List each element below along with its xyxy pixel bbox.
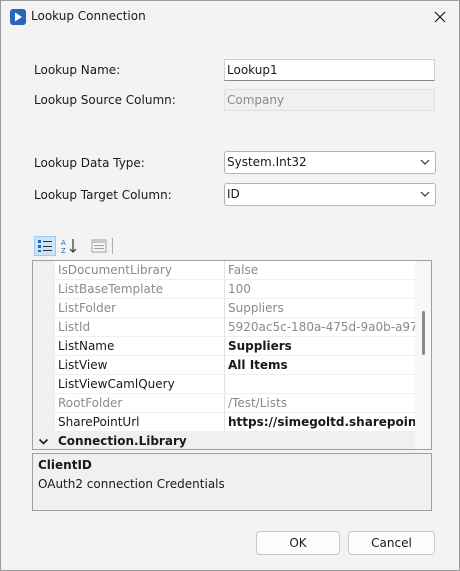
lookup-data-type-select[interactable]: System.Int32 bbox=[224, 151, 436, 174]
property-name: ListView bbox=[55, 356, 225, 375]
property-row-listbasetemplate[interactable]: ListBaseTemplate 100 bbox=[33, 280, 415, 299]
property-value: /Test/Lists bbox=[225, 394, 415, 413]
categorized-view-icon bbox=[38, 240, 52, 252]
alphabetical-sort-button[interactable]: A Z bbox=[58, 236, 80, 256]
cancel-button[interactable]: Cancel bbox=[348, 531, 435, 555]
categorized-view-button[interactable] bbox=[34, 236, 56, 256]
app-play-icon bbox=[10, 9, 26, 25]
property-row-isdocumentlibrary[interactable]: IsDocumentLibrary False bbox=[33, 261, 415, 280]
property-value: False bbox=[225, 261, 415, 280]
property-name: IsDocumentLibrary bbox=[55, 261, 225, 280]
property-row-rootfolder[interactable]: RootFolder /Test/Lists bbox=[33, 394, 415, 413]
property-row-listview[interactable]: ListView All Items bbox=[33, 356, 415, 375]
lookup-target-column-label: Lookup Target Column: bbox=[34, 188, 172, 202]
property-name: ListViewCamlQuery bbox=[55, 375, 225, 394]
chevron-down-icon[interactable] bbox=[38, 436, 49, 447]
chevron-down-icon bbox=[420, 191, 430, 197]
chevron-down-icon bbox=[420, 159, 430, 165]
property-row-listviewcamlquery[interactable]: ListViewCamlQuery bbox=[33, 375, 415, 394]
property-row-listname[interactable]: ListName Suppliers bbox=[33, 337, 415, 356]
property-name: ListFolder bbox=[55, 299, 225, 318]
title-bar: Lookup Connection bbox=[1, 1, 459, 33]
svg-text:A: A bbox=[61, 239, 66, 247]
property-value: Suppliers bbox=[225, 299, 415, 318]
lookup-connection-dialog: Lookup Connection Lookup Name: Lookup1 L… bbox=[0, 0, 460, 571]
property-value[interactable]: https://simegoltd.sharepoint.com/ bbox=[225, 413, 415, 432]
property-grid-scrollbar[interactable] bbox=[415, 261, 431, 449]
property-value[interactable] bbox=[225, 375, 415, 394]
property-name: ListBaseTemplate bbox=[55, 280, 225, 299]
lookup-source-column-label: Lookup Source Column: bbox=[34, 93, 176, 107]
category-row-connection-library[interactable]: Connection.Library bbox=[33, 432, 415, 449]
sort-alphabetical-icon: A Z bbox=[61, 239, 77, 255]
property-value[interactable]: Suppliers bbox=[225, 337, 415, 356]
window-title: Lookup Connection bbox=[31, 9, 146, 23]
ok-button[interactable]: OK bbox=[256, 531, 340, 555]
property-row-listfolder[interactable]: ListFolder Suppliers bbox=[33, 299, 415, 318]
property-pages-button[interactable] bbox=[88, 236, 110, 256]
lookup-data-type-label: Lookup Data Type: bbox=[34, 156, 145, 170]
category-label: Connection.Library bbox=[58, 434, 187, 448]
lookup-name-input[interactable]: Lookup1 bbox=[224, 59, 435, 81]
scrollbar-thumb[interactable] bbox=[422, 311, 425, 355]
lookup-target-column-select[interactable]: ID bbox=[224, 183, 436, 206]
property-name: ListName bbox=[55, 337, 225, 356]
property-row-listid[interactable]: ListId 5920ac5c-180a-475d-9a0b-a97a6a26 bbox=[33, 318, 415, 337]
property-grid: IsDocumentLibrary False ListBaseTemplate… bbox=[32, 260, 432, 450]
property-pages-icon bbox=[91, 239, 107, 253]
lookup-name-label: Lookup Name: bbox=[34, 63, 121, 77]
toolbar-separator bbox=[112, 238, 113, 254]
property-value[interactable]: All Items bbox=[225, 356, 415, 375]
property-name: ListId bbox=[55, 318, 225, 337]
help-description: OAuth2 connection Credentials bbox=[38, 477, 225, 491]
svg-text:Z: Z bbox=[61, 247, 66, 255]
property-name: SharePointUrl bbox=[55, 413, 225, 432]
lookup-target-column-value: ID bbox=[227, 187, 240, 201]
help-title: ClientID bbox=[38, 458, 92, 472]
property-row-sharepointurl[interactable]: SharePointUrl https://simegoltd.sharepoi… bbox=[33, 413, 415, 432]
close-icon bbox=[434, 11, 446, 23]
lookup-data-type-value: System.Int32 bbox=[227, 155, 307, 169]
property-name: RootFolder bbox=[55, 394, 225, 413]
property-value: 100 bbox=[225, 280, 415, 299]
close-button[interactable] bbox=[421, 1, 459, 33]
lookup-source-column-field: Company bbox=[224, 89, 435, 111]
property-help-panel: ClientID OAuth2 connection Credentials bbox=[32, 453, 432, 511]
property-value: 5920ac5c-180a-475d-9a0b-a97a6a26 bbox=[225, 318, 415, 337]
